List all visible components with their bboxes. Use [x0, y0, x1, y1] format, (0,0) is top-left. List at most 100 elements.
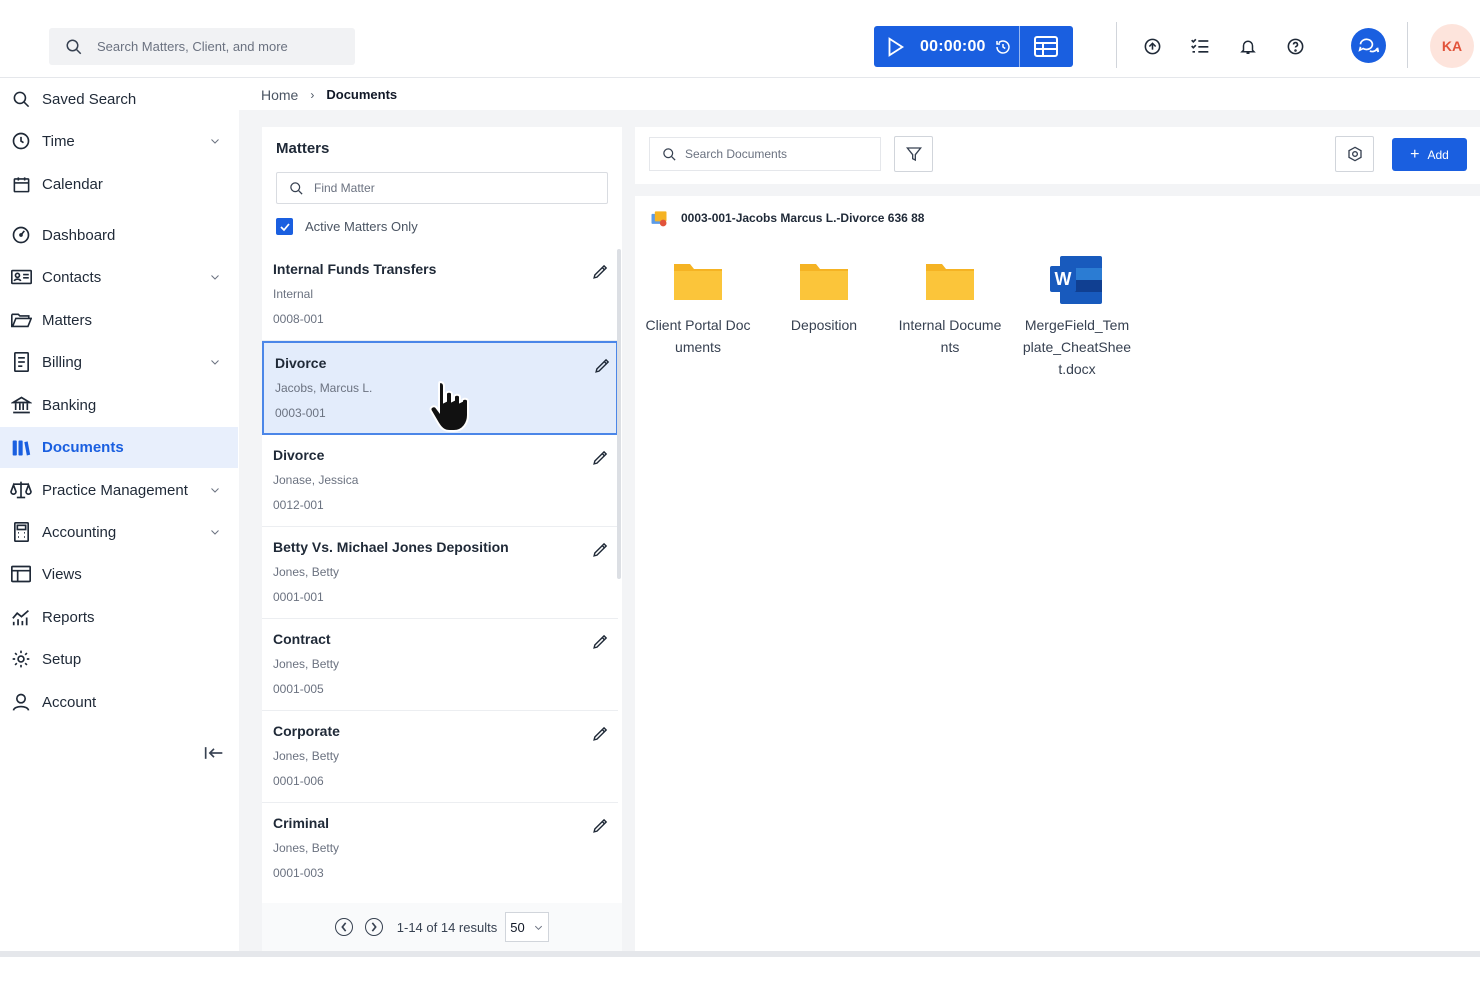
sidebar-item-setup[interactable]: Setup [0, 639, 238, 679]
chevron-down-icon[interactable] [209, 135, 221, 147]
bank-icon [10, 394, 32, 416]
pencil-icon[interactable] [590, 447, 610, 467]
pencil-icon[interactable] [590, 815, 610, 835]
folder-icon [643, 252, 753, 308]
settings-icon [1347, 146, 1362, 162]
matter-client: Jones, Betty [273, 657, 340, 671]
sidebar-item-billing[interactable]: Billing [0, 342, 238, 382]
pencil-icon[interactable] [590, 261, 610, 281]
active-matters-only-checkbox[interactable]: Active Matters Only [276, 218, 418, 235]
folder-deposition[interactable]: Deposition [769, 252, 879, 336]
file-mergefield-template[interactable]: W MergeField_Template_CheatSheet.docx [1022, 252, 1132, 380]
chevron-down-icon[interactable] [209, 356, 221, 368]
sidebar-item-label: Reports [42, 608, 95, 626]
folder-label: Deposition [790, 317, 858, 333]
pagination: 1-14 of 14 results 50 [262, 903, 622, 951]
filter-button[interactable] [894, 136, 933, 172]
calendar-icon [10, 173, 32, 195]
search-icon [290, 181, 303, 195]
reports-icon [10, 606, 32, 628]
chat-button[interactable] [1351, 28, 1386, 63]
add-button[interactable]: + Add [1392, 138, 1467, 171]
folder-open-icon [10, 309, 32, 331]
checkbox-checked-icon[interactable] [276, 218, 293, 235]
pencil-icon[interactable] [590, 723, 610, 743]
matters-panel: Matters Find Matter Active Matters Only … [262, 127, 622, 951]
sidebar-item-calendar[interactable]: Calendar [0, 164, 238, 204]
folder-icon [769, 252, 879, 308]
sidebar-item-matters[interactable]: Matters [0, 300, 238, 340]
next-page-icon[interactable] [364, 918, 383, 936]
search-documents-input[interactable]: Search Documents [649, 137, 881, 171]
topbar-divider-2 [1407, 22, 1408, 68]
sidebar-item-contacts[interactable]: Contacts [0, 257, 238, 297]
top-bar: Search Matters, Client, and more 00:00:0… [0, 0, 1480, 78]
sidebar-item-label: Banking [42, 396, 97, 414]
quick-add-icon[interactable] [1141, 35, 1163, 57]
pencil-icon[interactable] [590, 539, 610, 559]
prev-page-icon[interactable] [334, 918, 353, 936]
sidebar-item-documents[interactable]: Documents [0, 427, 238, 468]
user-icon [10, 691, 32, 713]
matter-item[interactable]: Contract Jones, Betty 0001-005 [262, 619, 618, 711]
matter-name: Internal Funds Transfers [273, 261, 437, 277]
breadcrumb-home[interactable]: Home [261, 87, 298, 103]
sidebar-item-views[interactable]: Views [0, 554, 238, 594]
help-icon[interactable] [1284, 35, 1306, 57]
pencil-icon[interactable] [592, 355, 612, 375]
play-icon[interactable] [880, 36, 910, 58]
bottom-border [0, 951, 1480, 957]
sidebar-item-practice-management[interactable]: Practice Management [0, 470, 238, 510]
sidebar-item-reports[interactable]: Reports [0, 597, 238, 637]
matter-name: Betty Vs. Michael Jones Deposition [273, 539, 509, 555]
documents-path: 0003-001-Jacobs Marcus L.-Divorce 636 88 [681, 211, 925, 225]
folder-client-portal-documents[interactable]: Client Portal Documents [643, 252, 753, 358]
timer-history-icon[interactable] [994, 38, 1012, 56]
word-document-icon: W [1022, 252, 1132, 308]
bell-icon[interactable] [1237, 35, 1259, 57]
matter-item[interactable]: Internal Funds Transfers Internal 0008-0… [262, 249, 618, 341]
page-size-select[interactable]: 50 [505, 912, 550, 942]
collapse-sidebar-icon[interactable] [203, 744, 225, 762]
matter-item[interactable]: Betty Vs. Michael Jones Deposition Jones… [262, 527, 618, 619]
sidebar-item-label: Billing [42, 353, 83, 371]
sidebar-item-accounting[interactable]: Accounting [0, 512, 238, 552]
matter-list: Internal Funds Transfers Internal 0008-0… [262, 249, 618, 903]
main-content: Home › Documents Matters Find Matter Act… [239, 79, 1480, 951]
matter-client: Internal [273, 287, 314, 301]
global-search-input[interactable]: Search Matters, Client, and more [49, 28, 355, 65]
user-avatar[interactable]: KA [1430, 24, 1474, 68]
sidebar-item-saved-search[interactable]: Saved Search [0, 79, 238, 119]
gear-icon [10, 648, 32, 670]
sidebar-item-banking[interactable]: Banking [0, 385, 238, 425]
matter-client: Jacobs, Marcus L. [275, 381, 373, 395]
sidebar-item-dashboard[interactable]: Dashboard [0, 215, 238, 255]
chevron-down-icon[interactable] [209, 526, 221, 538]
breadcrumb: Home › Documents [239, 79, 1480, 110]
matter-code: 0012-001 [273, 498, 324, 512]
search-documents-placeholder: Search Documents [685, 147, 788, 161]
plus-icon: + [1410, 145, 1420, 163]
matter-item[interactable]: Corporate Jones, Betty 0001-006 [262, 711, 618, 803]
matter-name: Criminal [273, 815, 330, 831]
chevron-down-icon[interactable] [209, 484, 221, 496]
settings-button[interactable] [1335, 136, 1374, 172]
find-matter-input[interactable]: Find Matter [276, 172, 608, 204]
matter-name: Divorce [275, 355, 327, 371]
timesheet-grid-icon[interactable] [1034, 36, 1058, 62]
matter-item[interactable]: Criminal Jones, Betty 0001-003 [262, 803, 618, 895]
hand-cursor-icon [428, 378, 478, 439]
task-list-icon[interactable] [1189, 35, 1211, 57]
pencil-icon[interactable] [590, 631, 610, 651]
matter-code: 0001-006 [273, 774, 324, 788]
documents-icon [10, 437, 32, 459]
matter-list-scrollbar[interactable] [617, 249, 621, 579]
folder-internal-documents[interactable]: Internal Documents [895, 252, 1005, 358]
matter-item[interactable]: Divorce Jonase, Jessica 0012-001 [262, 435, 618, 527]
matter-client: Jonase, Jessica [273, 473, 359, 487]
sidebar-item-account[interactable]: Account [0, 682, 238, 722]
chevron-down-icon[interactable] [209, 271, 221, 283]
sidebar-item-time[interactable]: Time [0, 121, 238, 161]
contacts-icon [10, 266, 32, 288]
search-icon [66, 39, 82, 54]
